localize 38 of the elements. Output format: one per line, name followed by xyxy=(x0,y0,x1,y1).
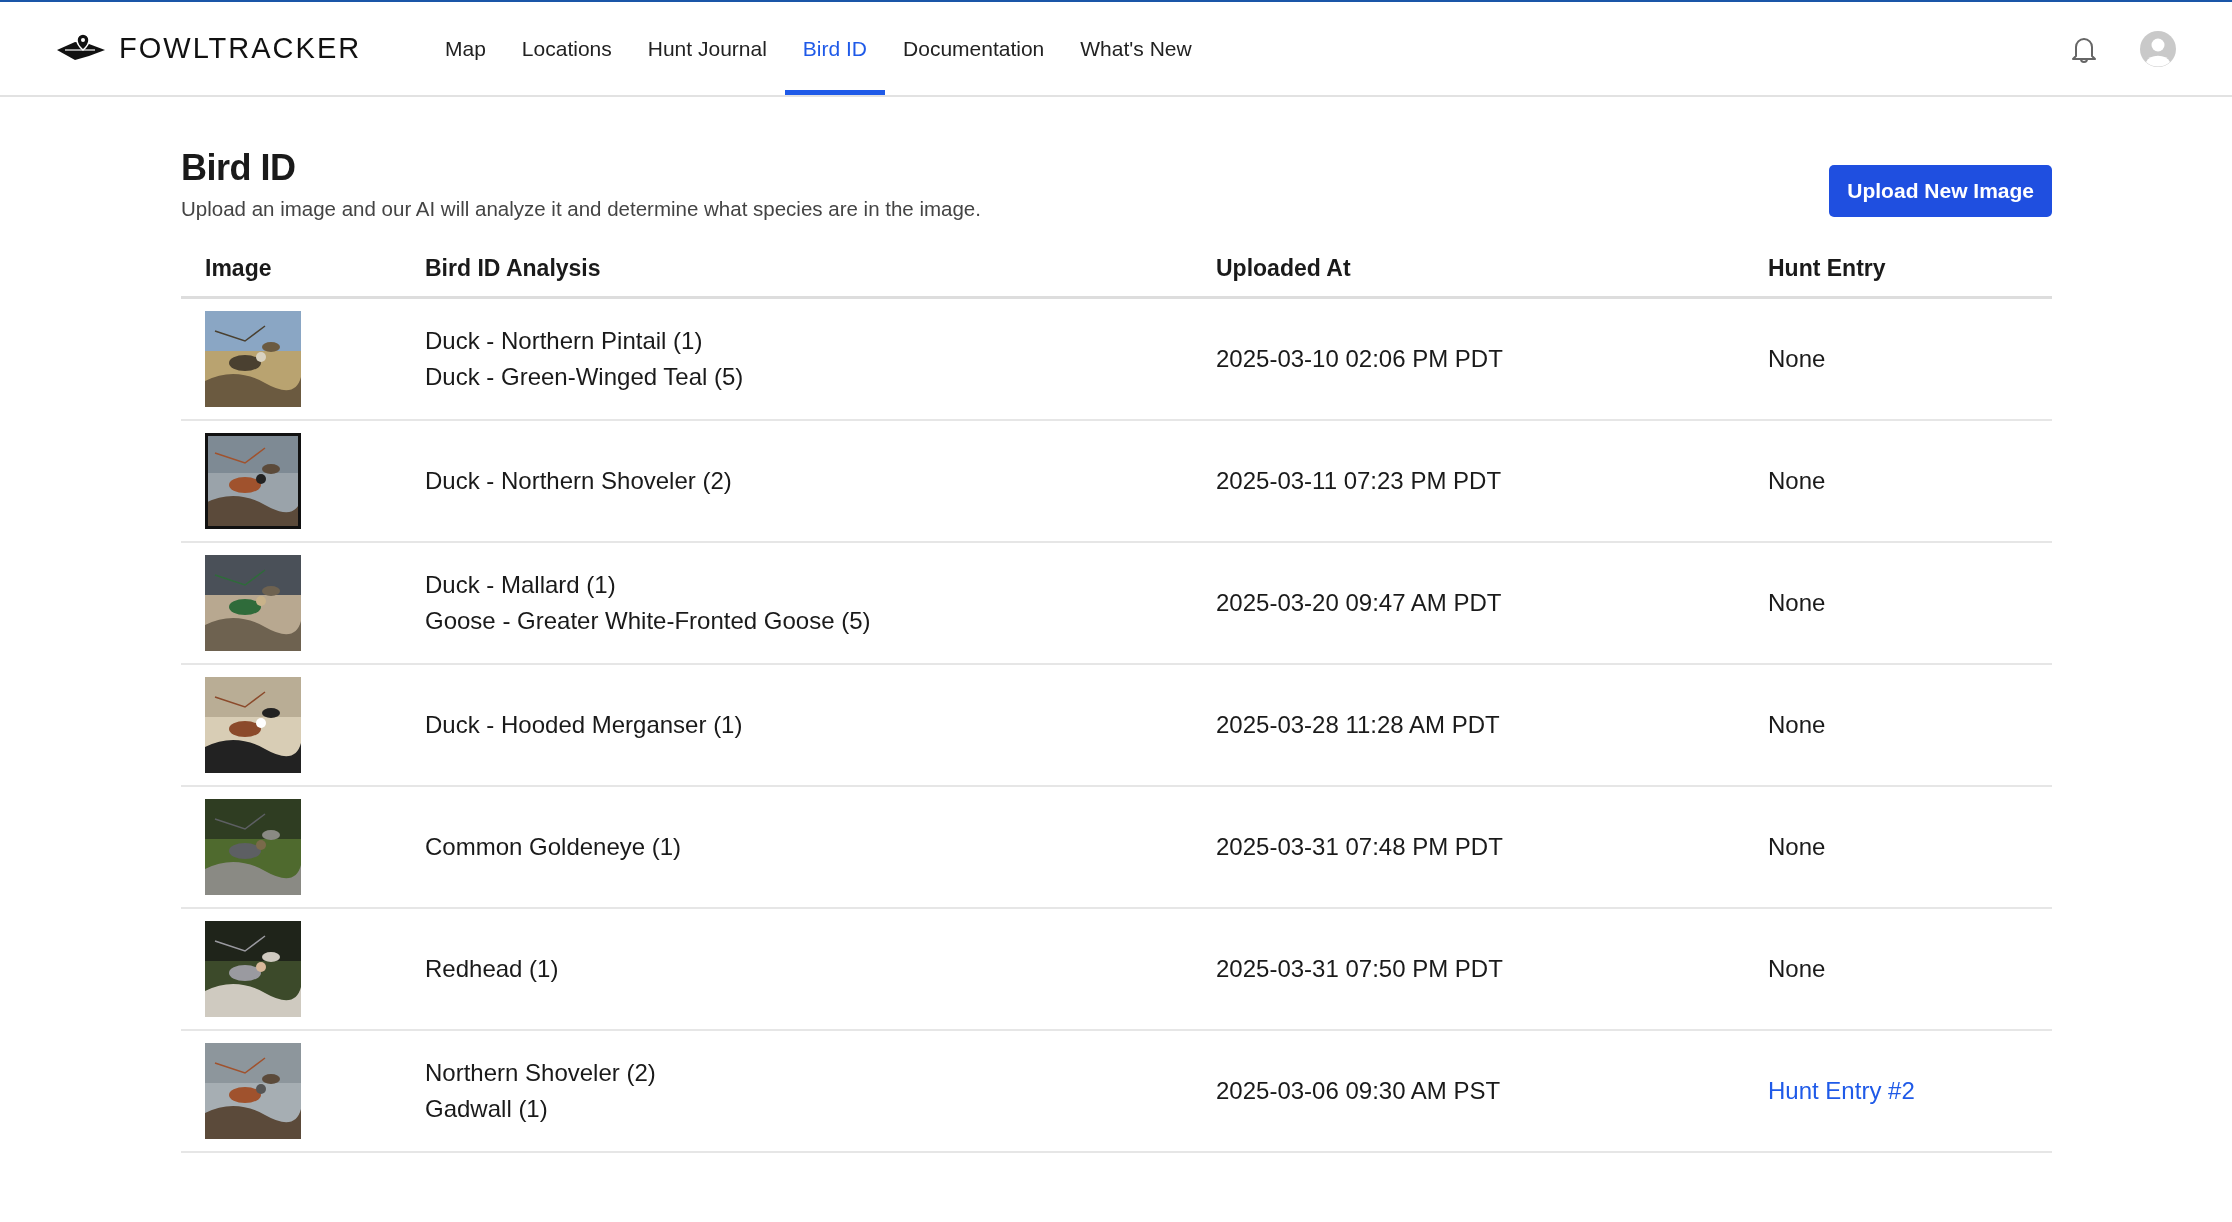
column-header: Hunt Entry xyxy=(1744,255,2052,298)
nav-tab[interactable]: Documentation xyxy=(885,2,1063,95)
upload-time: 2025-03-20 09:47 AM PDT xyxy=(1216,589,1502,616)
species-text: Duck - Hooded Merganser (1) xyxy=(425,710,744,740)
hunt-entry-text: None xyxy=(1768,589,1826,616)
hunt-entry-text: None xyxy=(1768,345,1826,372)
hunt-entry-text: None xyxy=(1768,711,1826,738)
nav-tab[interactable]: Locations xyxy=(503,2,630,95)
upload-time: 2025-03-28 11:28 AM PDT xyxy=(1216,711,1500,738)
column-header: Bird ID Analysis xyxy=(401,255,1192,298)
page-subtitle: Upload an image and our AI will analyze it and determine what species are in the image. xyxy=(181,197,981,221)
nav-tab[interactable]: What's New xyxy=(1062,2,1210,95)
hunt-entry-text: None xyxy=(1768,467,1826,494)
nav-tab[interactable]: Map xyxy=(427,2,504,95)
page-title: Bird ID xyxy=(181,147,297,189)
upload-image-button[interactable]: Upload New Image xyxy=(1829,165,2052,217)
hunt-entry-link[interactable]: Hunt Entry #2 xyxy=(1768,1077,1915,1104)
upload-time: 2025-03-11 07:23 PM PDT xyxy=(1216,467,1502,494)
nav-tab[interactable]: Bird ID xyxy=(784,2,886,95)
logo-text[interactable]: FOWLTRACKER xyxy=(119,32,362,65)
column-header: Uploaded At xyxy=(1192,255,1744,298)
upload-time: 2025-03-31 07:48 PM PDT xyxy=(1216,833,1503,860)
upload-time: 2025-03-31 07:50 PM PDT xyxy=(1216,955,1503,982)
species-text: Duck - Green-Winged Teal (5) xyxy=(425,362,745,392)
species-text: Redhead (1) xyxy=(425,954,560,984)
upload-time: 2025-03-06 09:30 AM PST xyxy=(1216,1077,1501,1104)
hunt-entry-text: None xyxy=(1768,833,1826,860)
hunt-entry-text: None xyxy=(1768,955,1826,982)
upload-time: 2025-03-10 02:06 PM PDT xyxy=(1216,345,1503,372)
column-header: Image xyxy=(181,255,401,298)
nav-tab[interactable]: Hunt Journal xyxy=(629,2,785,95)
species-text: Duck - Northern Shoveler (2) xyxy=(425,466,733,496)
species-text: Northern Shoveler (2) xyxy=(425,1058,657,1088)
species-text: Gadwall (1) xyxy=(425,1094,549,1124)
species-text: Goose - Greater White-Fronted Goose (5) xyxy=(425,606,872,636)
species-text: Duck - Northern Pintail (1) xyxy=(425,326,704,356)
species-text: Duck - Mallard (1) xyxy=(425,570,617,600)
species-text: Common Goldeneye (1) xyxy=(425,832,683,862)
